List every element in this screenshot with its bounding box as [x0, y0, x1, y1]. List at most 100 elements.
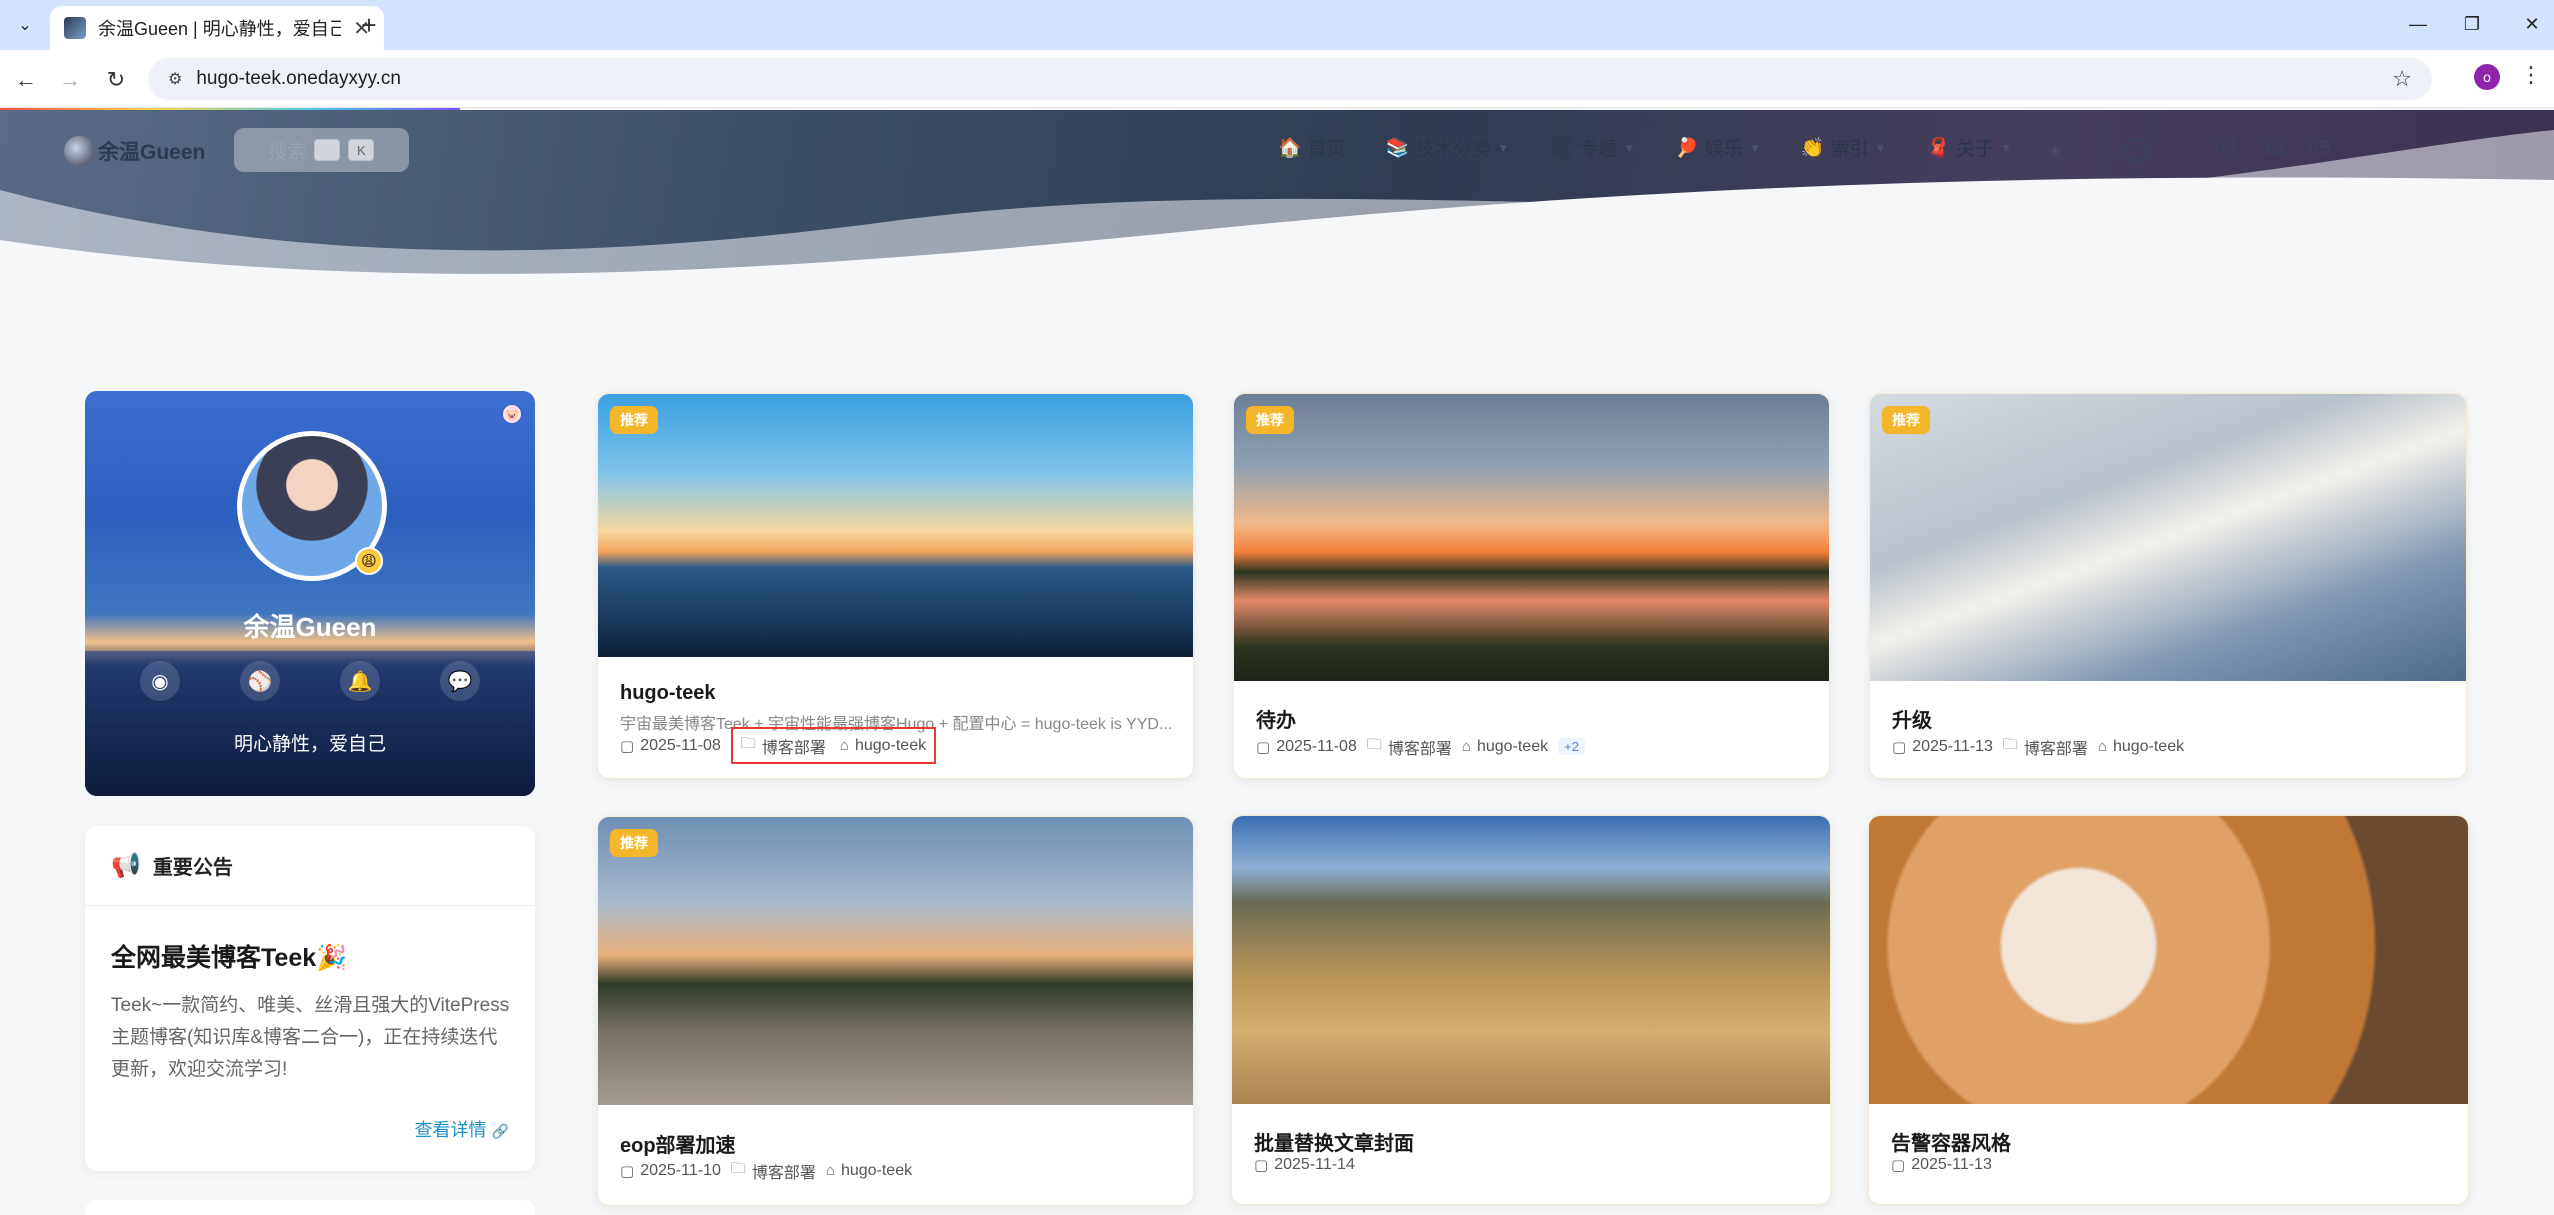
- post-date-text: 2025-11-08: [640, 736, 721, 754]
- back-button[interactable]: ←: [10, 64, 42, 96]
- chevron-down-icon: ▼: [1497, 140, 1510, 155]
- notice-details-link[interactable]: 查看详情 🔗: [415, 1116, 509, 1142]
- social-links: ◉ ⚾ 🔔 💬: [140, 661, 480, 701]
- post-title[interactable]: 告警容器风格: [1891, 1127, 2011, 1156]
- post-card[interactable]: 推荐 升级 ▢ 2025-11-13 🗀 博客部署 ⌂ hugo-teek: [1869, 393, 2467, 779]
- profile-card: 🐷 😩 余温Gueen ◉ ⚾ 🔔 💬 明心静性，爱自己: [85, 391, 535, 796]
- highlighted-meta: 🗀 博客部署 ⌂ hugo-teek: [730, 727, 937, 764]
- post-title[interactable]: 待办: [1256, 704, 1296, 733]
- post-cover-image: [598, 394, 1193, 657]
- post-date: ▢ 2025-11-14: [1254, 1156, 1355, 1174]
- post-tag[interactable]: ⌂ hugo-teek: [2098, 738, 2184, 756]
- post-card[interactable]: 批量替换文章封面 ▢ 2025-11-14: [1231, 815, 1831, 1205]
- profile-initial: o: [2483, 69, 2491, 85]
- reload-icon: ↻: [106, 67, 126, 92]
- nav-item-entertainment[interactable]: 🏓 娱乐 ▼: [1675, 134, 1761, 161]
- reload-button[interactable]: ↻: [100, 64, 132, 96]
- post-date: ▢ 2025-11-13: [1892, 738, 1993, 756]
- tag-icon: ⌂: [2097, 738, 2107, 755]
- calendar-icon: ▢: [1256, 738, 1271, 756]
- post-tag[interactable]: ⌂ hugo-teek: [840, 737, 926, 755]
- github-icon[interactable]: ◉: [140, 661, 180, 701]
- post-cover-image: [1232, 816, 1830, 1104]
- post-card[interactable]: 推荐 eop部署加速 ▢ 2025-11-10 🗀 博客部署 ⌂ hugo-te…: [597, 816, 1194, 1206]
- url-field[interactable]: ⚙ hugo-teek.onedayxyy.cn ☆: [148, 58, 2432, 100]
- post-title[interactable]: 批量替换文章封面: [1254, 1127, 1414, 1156]
- wechat-icon[interactable]: 💬: [440, 661, 480, 701]
- tab-search-button[interactable]: ⌄: [10, 12, 40, 38]
- search-icon: ⌕: [248, 137, 261, 162]
- post-title[interactable]: hugo-teek: [620, 682, 716, 705]
- home-icon: 🏠: [1278, 137, 1302, 159]
- post-category[interactable]: 🗀 博客部署: [731, 1158, 816, 1183]
- post-meta: ▢ 2025-11-14: [1254, 1156, 1355, 1174]
- minimize-icon: —: [2409, 13, 2427, 34]
- calendar-icon: ▢: [620, 737, 635, 755]
- restore-button[interactable]: ❐: [2452, 8, 2492, 40]
- window-close-button[interactable]: ✕: [2512, 8, 2552, 40]
- nav-label: 首页: [1307, 139, 1346, 160]
- post-date-text: 2025-11-13: [1912, 737, 1993, 755]
- more-tags-badge[interactable]: +2: [1558, 738, 1585, 755]
- dribbble-icon[interactable]: ⚾: [240, 661, 280, 701]
- post-date-text: 2025-11-10: [640, 1161, 721, 1179]
- top-navigation: 🏠 首页 📚 技术分类 ▼ 🛠 专题 ▼ 🏓 娱乐 ▼ 👏 索引 ▼ 🧣 关于 …: [1278, 134, 2012, 161]
- post-category-text: 博客部署: [1387, 740, 1452, 758]
- post-category[interactable]: 🗀 博客部署: [1367, 734, 1452, 759]
- more-menu-icon[interactable]: ⋮: [2520, 62, 2542, 88]
- site-info-icon[interactable]: ⚙: [168, 69, 182, 89]
- post-category[interactable]: 🗀 博客部署: [2003, 734, 2088, 759]
- post-tag-text: hugo-teek: [2112, 737, 2185, 755]
- megaphone-icon: 📢: [111, 852, 141, 879]
- profile-motto: 明心静性，爱自己: [233, 734, 386, 755]
- sun-icon[interactable]: ☀: [2048, 142, 2062, 162]
- link-icon: 🔗: [491, 1123, 509, 1139]
- post-tag[interactable]: ⌂ hugo-teek: [826, 1162, 912, 1180]
- post-card[interactable]: 推荐 hugo-teek 宇宙最美博客Teek + 宇宙性能最强博客Hugo +…: [597, 393, 1194, 779]
- qq-icon[interactable]: 🔔: [340, 661, 380, 701]
- post-category[interactable]: 🗀 博客部署: [741, 733, 826, 758]
- post-tag[interactable]: ⌂ hugo-teek: [1462, 738, 1548, 756]
- arrow-left-icon: ←: [15, 67, 37, 92]
- profile-avatar-button[interactable]: o: [2474, 64, 2500, 90]
- folder-icon: 🗀: [730, 1160, 746, 1177]
- notice-body: Teek~一款简约、唯美、丝滑且强大的VitePress主题博客(知识库&博客二…: [111, 995, 510, 1080]
- post-cover-image: [1234, 394, 1829, 681]
- notice-title: 全网最美博客Teek🎉: [111, 944, 348, 972]
- minimize-button[interactable]: —: [2398, 8, 2438, 40]
- calendar-icon: ▢: [1892, 738, 1907, 756]
- chevron-down-icon: ▼: [1623, 140, 1636, 155]
- post-tag-text: hugo-teek: [1476, 737, 1549, 755]
- post-card[interactable]: 告警容器风格 ▢ 2025-11-13: [1868, 815, 2469, 1205]
- post-date: ▢ 2025-11-10: [620, 1162, 721, 1180]
- theme-toggle-icon[interactable]: [2124, 138, 2148, 162]
- post-card[interactable]: 推荐 待办 ▢ 2025-11-08 🗀 博客部署 ⌂ hugo-teek +2: [1233, 393, 1830, 779]
- arrow-right-icon: →: [59, 67, 81, 92]
- new-tab-button[interactable]: +: [352, 10, 386, 40]
- post-title[interactable]: eop部署加速: [620, 1129, 736, 1158]
- search-shortcut-key-1: [314, 139, 341, 161]
- browser-tab[interactable]: 余温Gueen | 明心静性，爱自己 ✕: [50, 6, 384, 50]
- calendar-icon: ▢: [1254, 1157, 1269, 1174]
- post-date-text: 2025-11-13: [1911, 1156, 1992, 1173]
- profile-name: 余温Gueen: [243, 612, 377, 642]
- ping-pong-icon: 🏓: [1675, 137, 1699, 159]
- post-category-text: 博客部署: [2023, 740, 2088, 758]
- bookmark-star-icon[interactable]: ☆: [2392, 66, 2412, 92]
- clock-display: 07 : 32 : 55: [2214, 138, 2334, 159]
- nav-item-index[interactable]: 👏 索引 ▼: [1801, 134, 1887, 161]
- nav-item-topics[interactable]: 🛠 专题 ▼: [1549, 134, 1635, 161]
- tab-favicon: [64, 17, 86, 39]
- forward-button[interactable]: →: [54, 64, 86, 96]
- nav-item-about[interactable]: 🧣 关于 ▼: [1926, 134, 2012, 161]
- nav-item-home[interactable]: 🏠 首页: [1278, 134, 1346, 161]
- site-search-button[interactable]: ⌕ 搜索 K: [234, 128, 409, 172]
- notice-heading: 重要公告: [152, 857, 233, 879]
- notice-header: 📢 重要公告: [85, 826, 535, 906]
- nav-label: 技术分类: [1415, 139, 1492, 160]
- post-tag-text: hugo-teek: [840, 1161, 913, 1179]
- post-title[interactable]: 升级: [1892, 704, 1932, 733]
- tag-icon: ⌂: [1461, 738, 1471, 755]
- site-logo[interactable]: 余温Gueen: [64, 136, 205, 166]
- nav-item-tech-category[interactable]: 📚 技术分类 ▼: [1386, 134, 1510, 161]
